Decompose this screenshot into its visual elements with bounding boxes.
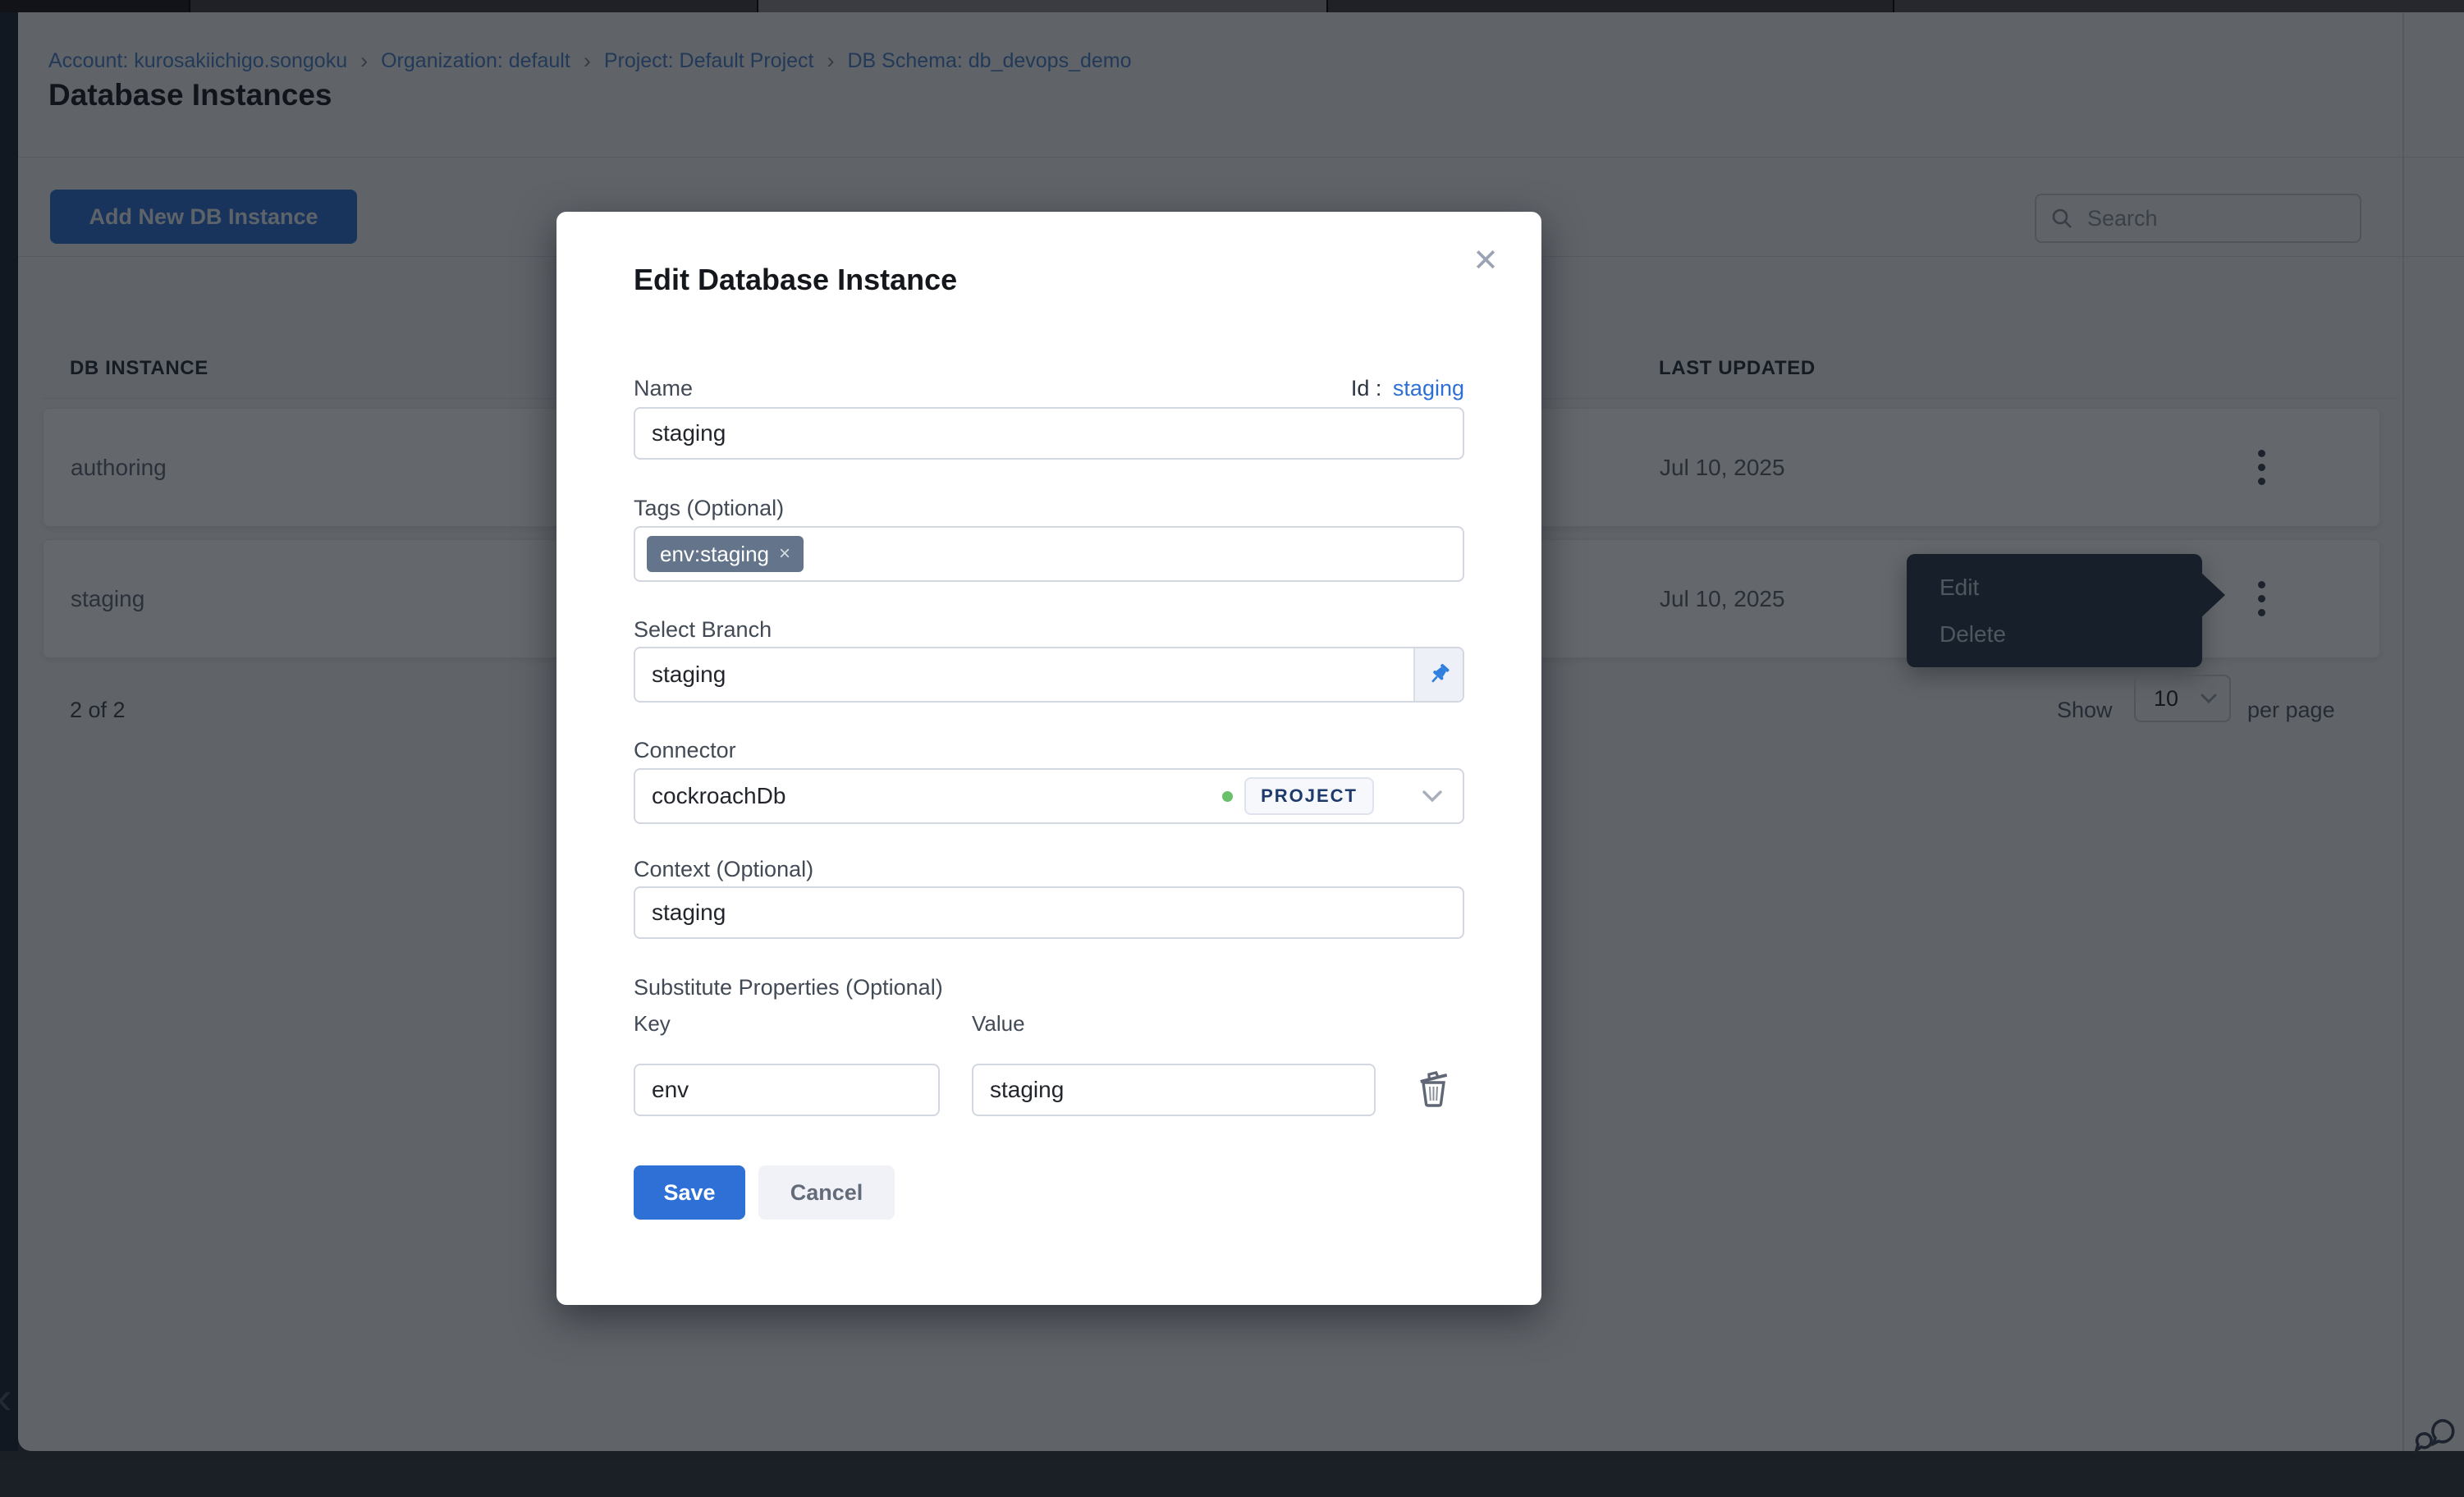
substitute-key-field[interactable] (634, 1064, 940, 1116)
close-icon[interactable]: ✕ (1466, 241, 1505, 281)
select-branch-label: Select Branch (634, 617, 772, 643)
edit-database-instance-modal: ✕ Edit Database Instance Name Id : stagi… (556, 212, 1541, 1305)
select-branch-field[interactable]: staging (634, 647, 1464, 703)
key-label: Key (634, 1011, 671, 1037)
cancel-button[interactable]: Cancel (758, 1165, 895, 1220)
tag-chip-label: env:staging (660, 542, 769, 567)
instance-id-line: Id : staging (1351, 376, 1464, 401)
screen: ‹ Account: kurosakiichigo.songoku › Orga… (0, 0, 2464, 1497)
pin-branch-button[interactable] (1413, 648, 1463, 701)
connector-field[interactable]: cockroachDb PROJECT (634, 768, 1464, 824)
pushpin-icon (1426, 662, 1452, 688)
connector-label: Connector (634, 738, 736, 763)
delete-property-button[interactable] (1410, 1067, 1456, 1113)
modal-title: Edit Database Instance (634, 263, 957, 297)
tab-strip-segment (189, 0, 757, 12)
tags-label: Tags (Optional) (634, 496, 784, 521)
browser-tab-strip (0, 0, 2464, 12)
branch-value: staging (635, 662, 1413, 688)
connector-status-dot (1222, 791, 1233, 802)
value-label: Value (972, 1011, 1025, 1037)
id-label: Id : (1351, 376, 1382, 401)
tags-field[interactable]: env:staging × (634, 526, 1464, 582)
remove-tag-icon[interactable]: × (779, 542, 790, 565)
name-label: Name (634, 376, 693, 401)
trash-icon (1413, 1068, 1454, 1110)
connector-value: cockroachDb (652, 783, 1222, 809)
tab-strip-segment (1326, 0, 1893, 12)
name-field[interactable] (634, 407, 1464, 460)
connector-scope-badge: PROJECT (1244, 777, 1374, 815)
app-viewport: ‹ Account: kurosakiichigo.songoku › Orga… (0, 12, 2464, 1497)
tag-chip: env:staging × (647, 536, 804, 572)
tab-strip-segment (0, 0, 189, 12)
substitute-properties-label: Substitute Properties (Optional) (634, 975, 943, 1000)
save-button[interactable]: Save (634, 1165, 745, 1220)
context-label: Context (Optional) (634, 857, 813, 882)
substitute-value-field[interactable] (972, 1064, 1376, 1116)
chevron-down-icon[interactable] (1422, 790, 1443, 803)
tab-strip-segment-active (757, 0, 1326, 12)
tab-strip-segment (1893, 0, 2464, 12)
id-value-link[interactable]: staging (1393, 376, 1464, 401)
context-field[interactable] (634, 886, 1464, 939)
